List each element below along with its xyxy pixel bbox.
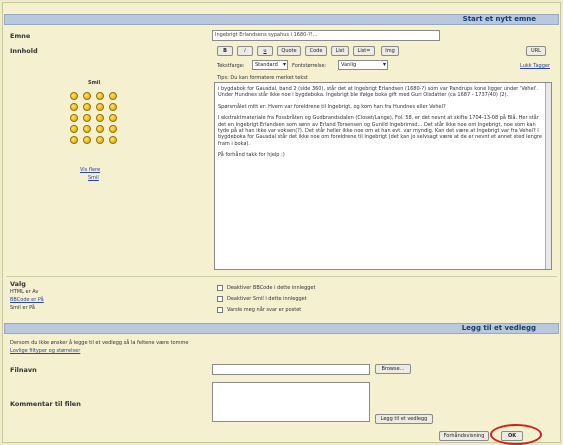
- more-smilies-link-1[interactable]: Vis flere: [80, 167, 100, 173]
- bold-button[interactable]: B: [217, 46, 233, 56]
- smiley-icon[interactable]: [109, 125, 117, 133]
- attachment-info: Dersom du ikke ønsker å legge til et ved…: [10, 340, 189, 346]
- disable-bbcode-checkbox[interactable]: [217, 285, 223, 291]
- kommentar-label: Kommentar til filen: [10, 400, 81, 408]
- message-textarea[interactable]: i bygdabok for Gausdal, band 2 (side 360…: [214, 82, 552, 270]
- kommentar-textarea[interactable]: [212, 382, 370, 422]
- lukk-tagger-link[interactable]: Lukk Tagger: [520, 63, 550, 69]
- disable-bbcode-label: Deaktiver BBCode i dette innlegget: [227, 285, 316, 291]
- url-button[interactable]: URL: [526, 46, 546, 56]
- smiley-icon[interactable]: [83, 92, 91, 100]
- smiley-icon[interactable]: [83, 103, 91, 111]
- code-button[interactable]: Code: [305, 46, 327, 56]
- smilies-title: Smil: [88, 80, 101, 86]
- smiley-icon[interactable]: [109, 103, 117, 111]
- emne-input[interactable]: Ingebrigt Erlandsens sypahus i 1680-?!..…: [212, 30, 440, 41]
- notify-label: Varsle meg når svar er postet: [227, 307, 302, 313]
- smiley-icon[interactable]: [96, 103, 104, 111]
- preview-button[interactable]: Forhåndsvisning: [439, 431, 489, 441]
- underline-button[interactable]: u: [257, 46, 273, 56]
- message-paragraph: På forhånd takk for hjelp :): [218, 152, 285, 159]
- message-paragraph: Spørsmålet mitt er: Hvem var foreldrene …: [218, 103, 446, 110]
- quote-button[interactable]: Quote: [277, 46, 301, 56]
- highlight-circle: [490, 424, 542, 445]
- smiley-icon[interactable]: [70, 136, 78, 144]
- allowed-filetypes-link[interactable]: Lovlige filtyper og størrelser: [10, 348, 80, 354]
- smiley-icon[interactable]: [83, 136, 91, 144]
- notify-checkbox[interactable]: [217, 307, 223, 313]
- html-status: HTML er Av: [10, 289, 39, 295]
- smiley-icon[interactable]: [70, 103, 78, 111]
- smilies-grid: [70, 92, 122, 144]
- emne-label: Emne: [10, 32, 31, 40]
- browse-button[interactable]: Browse...: [375, 364, 411, 374]
- textarea-scrollbar[interactable]: [545, 83, 551, 269]
- filnavn-label: Filnavn: [10, 366, 37, 374]
- smiley-icon[interactable]: [109, 136, 117, 144]
- valg-label: Valg: [10, 280, 26, 288]
- list-eq-button[interactable]: List=: [353, 46, 375, 56]
- smiley-icon[interactable]: [109, 92, 117, 100]
- smiley-icon[interactable]: [70, 92, 78, 100]
- disable-smil-checkbox[interactable]: [217, 296, 223, 302]
- smil-status: Smil er På: [10, 305, 35, 311]
- list-button[interactable]: List: [331, 46, 349, 56]
- message-paragraph: I ekstraktmateriale fra Fossbråten og Gu…: [218, 115, 542, 147]
- smiley-icon[interactable]: [70, 125, 78, 133]
- attachment-header: Legg til et vedlegg: [4, 323, 559, 334]
- skriftfarge-select[interactable]: Standard: [252, 60, 288, 70]
- innhold-label: Innhold: [10, 47, 38, 55]
- italic-button[interactable]: i: [237, 46, 253, 56]
- bbcode-status[interactable]: BBCode er På: [10, 297, 44, 303]
- img-button[interactable]: Img: [381, 46, 399, 56]
- form-header: Start et nytt emne: [4, 14, 559, 25]
- smiley-icon[interactable]: [96, 125, 104, 133]
- smiley-icon[interactable]: [96, 92, 104, 100]
- attachment-title: Legg til et vedlegg: [461, 324, 536, 332]
- smiley-icon[interactable]: [83, 114, 91, 122]
- smiley-icon[interactable]: [70, 114, 78, 122]
- filnavn-input[interactable]: [212, 364, 370, 375]
- format-tip: Tips: Du kan formatere merket tekst: [217, 75, 308, 81]
- message-paragraph: i bygdabok for Gausdal, band 2 (side 360…: [218, 86, 539, 99]
- skriftstorrelse-label: Fontstørrelse:: [292, 63, 327, 69]
- smiley-icon[interactable]: [109, 114, 117, 122]
- divider: [6, 276, 557, 277]
- smiley-icon[interactable]: [96, 136, 104, 144]
- add-attachment-button[interactable]: Legg til et vedlegg: [375, 414, 433, 424]
- smiley-icon[interactable]: [83, 125, 91, 133]
- skriftstorrelse-select[interactable]: Vanlig: [338, 60, 388, 70]
- more-smilies-link-2[interactable]: Smil: [88, 175, 99, 181]
- skriftfarge-label: Tekstfarge:: [217, 63, 245, 69]
- smiley-icon[interactable]: [96, 114, 104, 122]
- disable-smil-label: Deaktiver Smil i dette innlegget: [227, 296, 307, 302]
- form-title: Start et nytt emne: [462, 15, 536, 23]
